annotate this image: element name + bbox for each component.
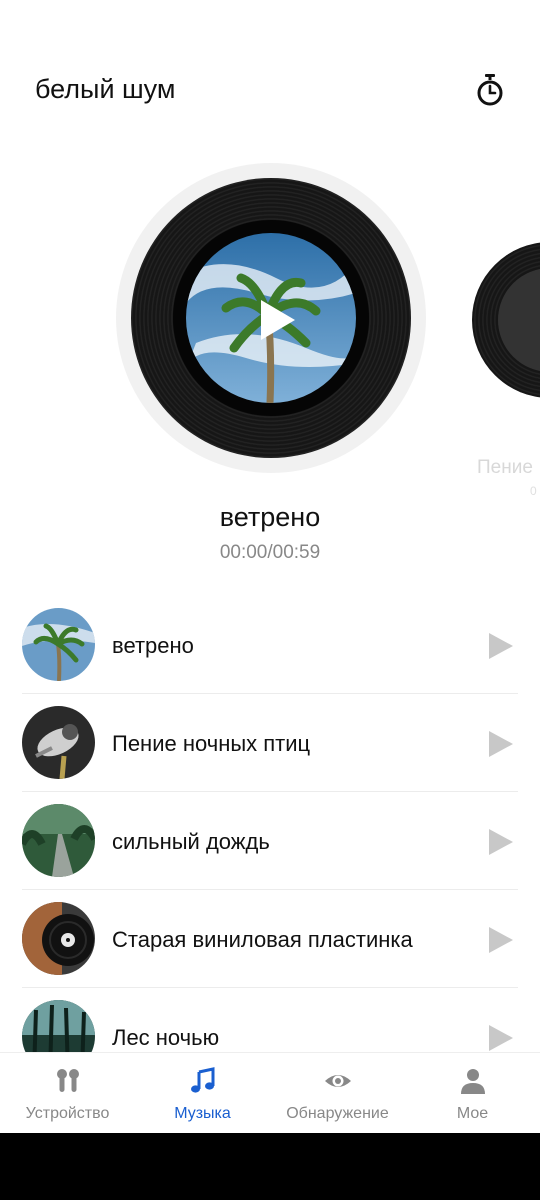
now-playing-time: 00:00/00:59 — [219, 542, 321, 563]
tab-label: Музыка — [174, 1105, 231, 1122]
header: белый шум — [0, 60, 540, 120]
list-item[interactable]: ветрено — [22, 596, 518, 694]
music-note-icon — [189, 1067, 217, 1095]
next-disc-sub: 0 — [530, 484, 537, 498]
disc-carousel[interactable]: Пение 0 — [0, 160, 540, 498]
current-disc[interactable] — [116, 163, 426, 473]
track-title: Пение ночных птиц — [112, 731, 311, 756]
play-icon[interactable] — [488, 632, 514, 660]
list-item[interactable]: Старая виниловая пластинка — [22, 890, 518, 988]
person-icon — [459, 1067, 487, 1095]
tab-mine[interactable]: Мое — [405, 1053, 540, 1133]
track-title: ветрено — [112, 633, 194, 658]
page-title: белый шум — [35, 74, 176, 104]
vinyl-disc — [131, 178, 411, 458]
track-thumbnail — [22, 804, 95, 877]
tab-label: Устройство — [25, 1105, 110, 1122]
track-thumbnail — [22, 608, 95, 681]
track-thumbnail — [22, 706, 95, 779]
now-playing-title: ветрено — [219, 502, 321, 532]
eye-icon — [324, 1067, 352, 1095]
track-title: Лес ночью — [112, 1025, 220, 1050]
screen: белый шум Пение 0 ветрено 00:00/00:59 ве… — [0, 0, 540, 1133]
timer-icon[interactable] — [474, 72, 506, 108]
tab-label: Обнаружение — [286, 1105, 389, 1122]
next-disc-label: Пение — [477, 457, 533, 478]
earbuds-icon — [54, 1067, 82, 1095]
list-item[interactable]: сильный дождь — [22, 792, 518, 890]
play-icon[interactable] — [488, 828, 514, 856]
play-icon[interactable] — [488, 926, 514, 954]
bottom-tab-bar: Устройство Музыка Обнаружение Мое — [0, 1052, 540, 1133]
track-title: Старая виниловая пластинка — [112, 927, 413, 952]
play-icon[interactable] — [257, 298, 297, 342]
track-thumbnail — [22, 902, 95, 975]
track-title: сильный дождь — [112, 829, 270, 854]
track-list: ветрено Пение ночных птиц сильный дождь … — [22, 596, 518, 1086]
play-icon[interactable] — [488, 730, 514, 758]
tab-label: Мое — [456, 1105, 489, 1122]
play-icon[interactable] — [488, 1024, 514, 1052]
tab-music[interactable]: Музыка — [135, 1053, 270, 1133]
next-disc-cover — [498, 268, 540, 372]
list-item[interactable]: Пение ночных птиц — [22, 694, 518, 792]
tab-device[interactable]: Устройство — [0, 1053, 135, 1133]
next-disc[interactable] — [472, 242, 540, 398]
tab-discover[interactable]: Обнаружение — [270, 1053, 405, 1133]
